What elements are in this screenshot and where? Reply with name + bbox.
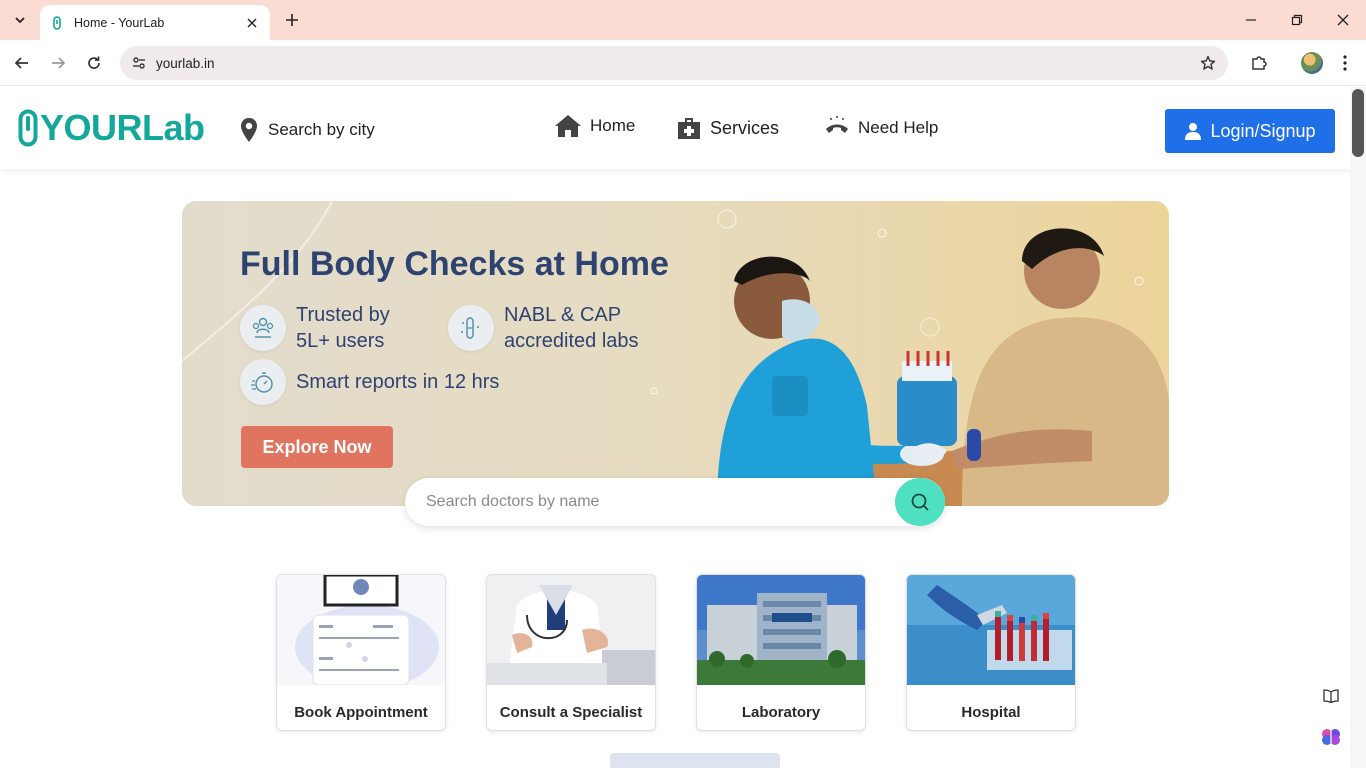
banner-illustration [717,228,1169,506]
browser-tab-strip: Home - YourLab [0,0,1366,40]
doctor-search-bar [405,478,945,526]
card-hospital[interactable]: Hospital [906,574,1076,731]
favicon-icon [53,15,61,30]
banner-title: Full Body Checks at Home [240,245,669,283]
feature-reports-text: Smart reports in 12 hrs [296,371,500,393]
stopwatch-icon [240,359,286,405]
reload-icon [88,56,100,69]
users-icon [240,305,286,351]
medical-kit-icon [678,118,700,139]
nav-home-label: Home [590,116,636,135]
plus-icon [286,14,298,26]
laboratory-image [697,575,865,685]
feature-trusted: Trusted by 5L+ users [240,302,390,354]
feature-nabl-line2: accredited labs [504,330,639,352]
feature-trusted-line1: Trusted by [296,304,390,326]
user-icon [1185,123,1202,140]
new-tab-button[interactable] [282,10,302,30]
close-icon [247,18,257,27]
arrow-right-icon [52,57,66,69]
book-appointment-image [277,575,445,689]
profile-avatar[interactable] [1301,52,1323,74]
next-row-card-peek [610,753,780,768]
scrollbar-thumb[interactable] [1352,89,1364,157]
minimize-icon [1246,19,1256,21]
map-pin-icon [241,118,257,142]
home-icon [555,115,581,137]
nav-services-label: Services [710,117,780,138]
hospital-image [907,575,1075,685]
site-info-icon[interactable] [122,55,156,71]
address-bar[interactable]: yourlab.in [120,46,1228,80]
phone-icon [826,116,848,133]
page-viewport: YOURLab Search by city Home Services Nee… [0,87,1350,768]
login-signup-label: Login/Signup [1210,120,1316,141]
brain-icon [1322,729,1340,745]
close-window-button[interactable] [1320,0,1366,40]
browser-tab-active[interactable]: Home - YourLab [40,5,270,40]
page-scrollbar[interactable] [1350,87,1366,768]
url-text[interactable]: yourlab.in [156,56,1196,71]
test-tubes-icon [448,305,494,351]
doctor-search-input[interactable] [405,493,895,511]
puzzle-icon [1252,56,1267,70]
back-button[interactable] [10,51,34,75]
nav-services[interactable]: Services [676,115,779,141]
close-icon [1337,14,1349,26]
forward-button[interactable] [46,51,70,75]
card-label: Book Appointment [294,704,428,721]
nav-need-help[interactable]: Need Help [824,115,938,141]
search-icon [911,493,929,511]
feature-reports: Smart reports in 12 hrs [240,359,499,405]
city-search[interactable]: Search by city [240,117,375,143]
login-signup-button[interactable]: Login/Signup [1165,109,1335,153]
browser-menu-button[interactable] [1334,51,1356,75]
tab-close-button[interactable] [244,15,260,31]
logo-text: YOURLab [40,107,205,148]
bookmark-star-icon[interactable] [1196,55,1220,71]
nav-home[interactable]: Home [554,114,635,138]
tab-title: Home - YourLab [74,15,165,30]
search-button[interactable] [895,478,945,526]
site-logo[interactable]: YOURLab [18,107,205,149]
arrow-left-icon [14,57,28,69]
chevron-down-icon [15,17,25,24]
hero-banner[interactable]: Full Body Checks at Home Trusted by 5L+ … [182,201,1169,506]
explore-now-button[interactable]: Explore Now [241,426,393,468]
browser-toolbar: yourlab.in [0,40,1366,86]
nav-need-help-label: Need Help [858,118,939,137]
card-label: Hospital [961,704,1021,721]
reload-button[interactable] [82,51,106,75]
reading-mode-button[interactable] [1318,683,1344,709]
minimize-button[interactable] [1228,0,1274,40]
card-book-appointment[interactable]: Book Appointment [276,574,446,731]
card-label: Consult a Specialist [499,704,643,721]
card-laboratory[interactable]: Laboratory [696,574,866,731]
restore-icon [1291,14,1303,26]
feature-nabl: NABL & CAP accredited labs [448,302,639,354]
consult-specialist-image [487,575,655,685]
card-label: Laboratory [741,704,821,721]
test-tube-logo-icon [18,109,38,147]
site-header: YOURLab Search by city Home Services Nee… [0,87,1350,169]
feature-trusted-line2: 5L+ users [296,330,385,352]
ai-assistant-button[interactable] [1318,724,1344,750]
tab-search-button[interactable] [8,8,32,32]
feature-nabl-line1: NABL & CAP [504,304,622,326]
city-search-label: Search by city [268,120,375,139]
book-open-icon [1323,689,1339,703]
more-vertical-icon [1343,55,1347,71]
card-consult-specialist[interactable]: Consult a Specialist [486,574,656,731]
restore-button[interactable] [1274,0,1320,40]
extensions-button[interactable] [1247,51,1271,75]
